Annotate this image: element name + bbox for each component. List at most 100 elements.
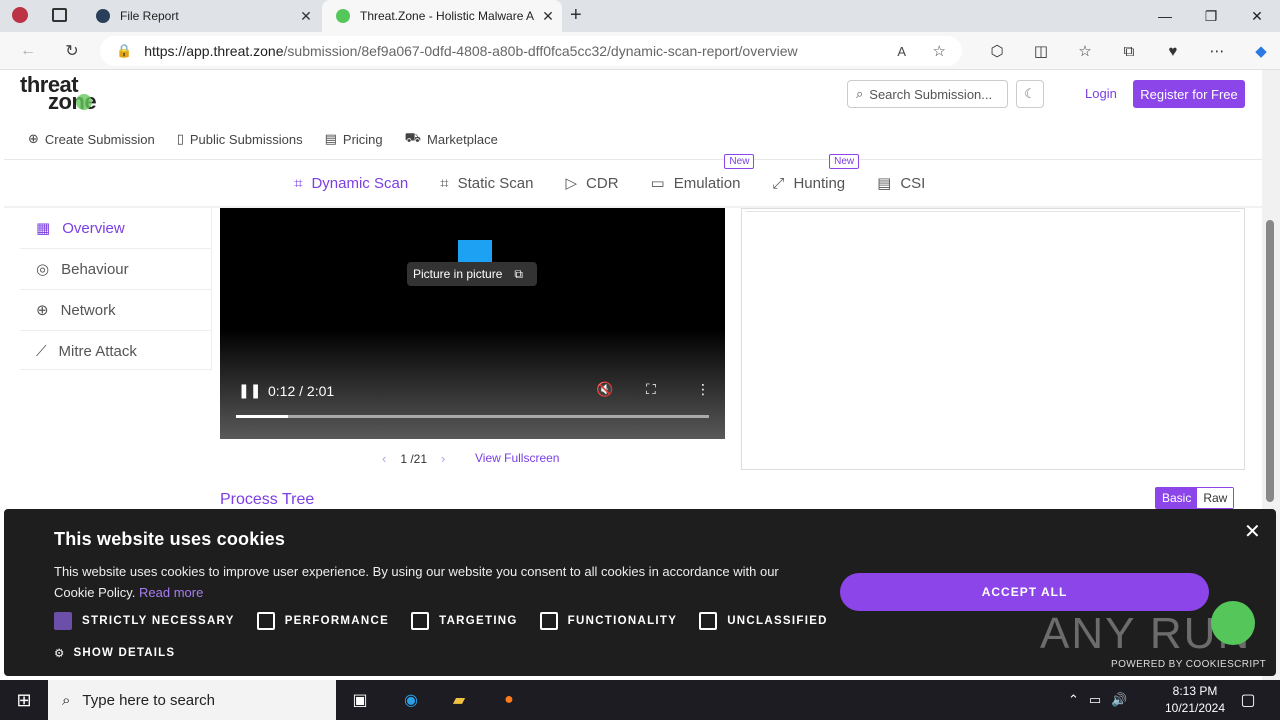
refresh-icon[interactable]: ↻ — [60, 39, 84, 63]
tab-threatzone[interactable]: Threat.Zone - Holistic Malware A ✕ — [322, 0, 562, 32]
side-item-mitre-attack[interactable]: ⟋ Mitre Attack — [20, 331, 211, 372]
pip-icon: ⧉ — [514, 266, 523, 281]
windows-start-icon[interactable]: ⊞ — [0, 680, 48, 720]
read-more-link[interactable]: Read more — [139, 585, 203, 600]
side-item-overview[interactable]: ▦ Overview — [20, 208, 211, 249]
network-icon[interactable]: ▭ — [1089, 692, 1101, 708]
taskbar-search-input[interactable]: ⌕ Type here to search — [48, 680, 336, 720]
tab-csi[interactable]: ▤ CSI — [877, 174, 925, 193]
url-path: /submission/8ef9a067-0dfd-4808-a80b-dff0… — [283, 43, 798, 59]
threatzone-favicon-icon — [96, 9, 110, 23]
monitor-icon: ▭ — [650, 175, 665, 192]
checkbox[interactable] — [256, 612, 275, 630]
fullscreen-icon[interactable]: ⛶ — [646, 381, 656, 398]
chat-widget-icon[interactable] — [1211, 601, 1255, 645]
basic-raw-toggle: Basic Raw — [1155, 487, 1235, 509]
tab-actions-icon[interactable] — [52, 8, 67, 22]
show-details-button[interactable]: ⚙ SHOW DETAILS — [54, 646, 175, 660]
read-aloud-icon[interactable]: A — [897, 44, 906, 59]
tab-static-scan[interactable]: ⌗ Static Scan — [440, 174, 533, 192]
login-link[interactable]: Login — [1085, 86, 1117, 101]
pause-icon[interactable]: ❚❚ — [238, 382, 261, 399]
nav-public-submissions[interactable]: ▯ Public Submissions — [177, 130, 303, 148]
side-label: Mitre Attack — [58, 343, 137, 360]
nav-create-submission[interactable]: ⊕ Create Submission — [28, 130, 155, 148]
firefox-icon[interactable]: ● — [497, 688, 521, 712]
search-submission-input[interactable]: ⌕ Search Submission... — [847, 80, 1008, 108]
accept-all-button[interactable]: ACCEPT ALL — [840, 573, 1209, 611]
threatzone-logo[interactable]: threat zone — [20, 74, 97, 113]
task-view-icon[interactable]: ▣ — [348, 688, 372, 712]
checkbox[interactable] — [699, 612, 718, 630]
taskbar-clock[interactable]: 8:13 PM 10/21/2024 — [1160, 683, 1230, 717]
cookie-option-functionality[interactable]: FUNCTIONALITY — [539, 612, 678, 630]
collections-icon[interactable]: ⧉ — [1107, 39, 1151, 63]
browser-tab-strip: File Report ✕ Threat.Zone - Holistic Mal… — [0, 0, 1280, 32]
extensions-icon[interactable]: ⬡ — [975, 39, 1019, 63]
restore-icon[interactable]: ❐ — [1188, 0, 1234, 32]
show-details-label: SHOW DETAILS — [73, 647, 176, 659]
gear-icon: ⚙ — [54, 648, 66, 660]
close-icon[interactable]: ✕ — [534, 8, 562, 25]
behaviour-icon: ◎ — [36, 261, 50, 278]
powered-by-cookiescript[interactable]: POWERED BY COOKIESCRIPT — [1111, 659, 1266, 670]
nav-pricing[interactable]: ▤ Pricing — [325, 130, 383, 148]
tab-hunting[interactable]: ⤢ Hunting New — [772, 154, 860, 192]
performance-icon[interactable]: ♥ — [1151, 39, 1195, 63]
favorites-icon[interactable]: ☆ — [1063, 39, 1107, 63]
toggle-basic[interactable]: Basic — [1156, 488, 1198, 508]
cookie-option-performance[interactable]: PERFORMANCE — [256, 612, 389, 630]
favorite-star-icon[interactable]: ☆ — [933, 42, 946, 60]
more-icon[interactable]: ⋯ — [1195, 39, 1239, 63]
logo-dot-icon — [76, 94, 92, 110]
side-item-network[interactable]: ⊕ Network — [20, 290, 211, 331]
nav-label: Public Submissions — [189, 131, 303, 147]
cookie-option-strictly-necessary[interactable]: STRICTLY NECESSARY — [54, 612, 235, 630]
cookie-option-unclassified[interactable]: UNCLASSIFIED — [699, 612, 828, 630]
chevron-up-icon[interactable]: ⌃ — [1068, 692, 1079, 708]
copilot-icon[interactable]: ◆ — [1239, 39, 1280, 63]
lock-icon: 🔒 — [116, 43, 133, 58]
tab-dynamic-scan[interactable]: ⌗ Dynamic Scan — [294, 174, 408, 192]
window-controls: — ❐ ✕ — [1142, 0, 1280, 32]
checkbox[interactable] — [539, 612, 558, 630]
tab-file-report[interactable]: File Report ✕ — [84, 0, 320, 32]
scrollbar-thumb[interactable] — [1266, 220, 1274, 502]
tab-cdr[interactable]: ▷ CDR — [565, 174, 618, 193]
create-icon: ⊕ — [28, 131, 39, 146]
minimize-icon[interactable]: — — [1142, 0, 1188, 32]
toggle-raw[interactable]: Raw — [1197, 488, 1234, 508]
chevron-right-icon[interactable]: › — [441, 451, 445, 466]
checkbox[interactable] — [54, 612, 72, 630]
checkbox[interactable] — [411, 612, 430, 630]
file-explorer-icon[interactable]: ▰ — [447, 688, 471, 712]
muted-icon[interactable]: 🔇 — [596, 381, 613, 398]
more-vertical-icon[interactable]: ⋮ — [696, 381, 710, 398]
cookie-title: This website uses cookies — [54, 529, 286, 549]
back-icon[interactable]: ← — [16, 39, 40, 63]
side-item-behaviour[interactable]: ◎ Behaviour — [20, 249, 211, 290]
close-icon[interactable]: ✕ — [1244, 519, 1261, 544]
video-progress-bar[interactable] — [236, 415, 709, 418]
view-fullscreen-link[interactable]: View Fullscreen — [475, 451, 559, 465]
new-tab-button[interactable]: + — [570, 4, 582, 27]
cookie-option-targeting[interactable]: TARGETING — [411, 612, 518, 630]
screenshot-pager: ‹ 1 /21 › — [382, 451, 445, 466]
edge-icon[interactable]: ◉ — [399, 688, 423, 712]
volume-icon[interactable]: 🔊 — [1111, 692, 1127, 708]
nav-marketplace[interactable]: ⛟ Marketplace — [405, 130, 498, 148]
url-field[interactable]: 🔒 https://app.threat.zone/submission/8ef… — [100, 36, 962, 66]
close-icon[interactable]: ✕ — [292, 8, 320, 25]
split-screen-icon[interactable]: ◫ — [1019, 39, 1063, 63]
divider — [4, 159, 1262, 160]
tab-emulation[interactable]: ▭ Emulation New — [650, 154, 755, 192]
picture-in-picture-button[interactable]: Picture in picture ⧉ — [407, 262, 537, 286]
screen-recording-video[interactable]: Picture in picture ⧉ ❚❚ 0:12 / 2:01 🔇 ⛶ ⋮ — [220, 208, 725, 439]
profile-icon[interactable] — [12, 7, 28, 23]
register-button[interactable]: Register for Free — [1133, 80, 1245, 108]
theme-toggle-moon-icon[interactable]: ☾ — [1016, 80, 1044, 108]
system-tray: ⌃ ▭ 🔊 — [1068, 680, 1127, 720]
notifications-icon[interactable]: ▢ — [1236, 688, 1260, 712]
close-window-icon[interactable]: ✕ — [1234, 0, 1280, 32]
chevron-left-icon[interactable]: ‹ — [382, 451, 386, 466]
